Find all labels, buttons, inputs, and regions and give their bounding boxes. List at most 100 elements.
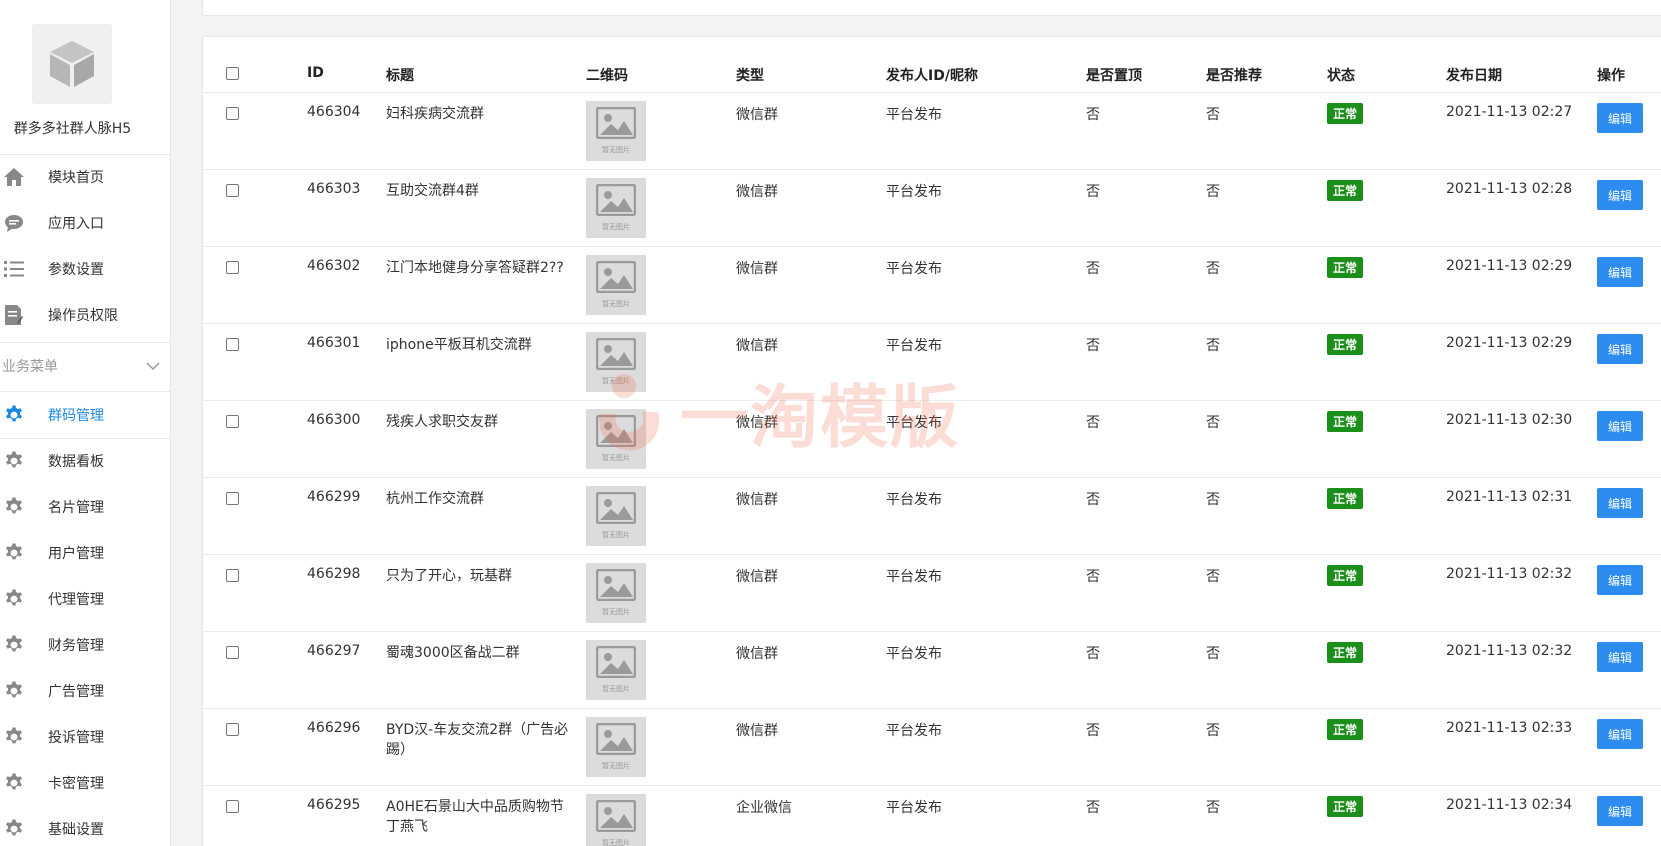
row-date: 2021-11-13 02:31 <box>1446 489 1573 505</box>
qr-placeholder-caption: 暂无图片 <box>602 377 630 385</box>
sidebar-item-business-1[interactable]: 数据看板 <box>0 438 171 484</box>
table-row: 466299 杭州工作交流群 暂无图片 微信群 平台发布 否 否 正常 2021-11-13 0… <box>203 478 1661 555</box>
row-recommended: 否 <box>1206 723 1220 739</box>
row-publisher: 平台发布 <box>886 261 942 277</box>
row-checkbox[interactable] <box>226 107 239 120</box>
sidebar-item-business-2[interactable]: 名片管理 <box>0 484 171 530</box>
sidebar-item-business-8[interactable]: 卡密管理 <box>0 760 171 806</box>
row-pinned: 否 <box>1086 492 1100 508</box>
qr-code-placeholder: 暂无图片 <box>586 794 646 846</box>
row-checkbox[interactable] <box>226 492 239 505</box>
status-badge: 正常 <box>1327 180 1364 201</box>
sidebar-item-label: 财务管理 <box>48 638 104 654</box>
row-recommended: 否 <box>1206 107 1220 123</box>
row-checkbox[interactable] <box>226 338 239 351</box>
status-badge: 正常 <box>1327 719 1364 740</box>
group-code-table: ID 标题 二维码 类型 发布人ID/昵称 是否置顶 是否推荐 状态 发布日期 … <box>202 36 1661 846</box>
row-checkbox[interactable] <box>226 800 239 813</box>
sidebar-item-label: 名片管理 <box>48 500 104 516</box>
sidebar-item-business-7[interactable]: 投诉管理 <box>0 714 171 760</box>
sidebar-item-params[interactable]: 参数设置 <box>0 246 171 292</box>
row-pinned: 否 <box>1086 107 1100 123</box>
row-date: 2021-11-13 02:34 <box>1446 797 1573 813</box>
sidebar-item-label: 数据看板 <box>48 454 104 470</box>
sidebar-item-business-4[interactable]: 代理管理 <box>0 576 171 622</box>
row-checkbox[interactable] <box>226 184 239 197</box>
row-id: 466297 <box>307 643 361 659</box>
status-badge: 正常 <box>1327 488 1364 509</box>
sidebar-item-business-5[interactable]: 财务管理 <box>0 622 171 668</box>
sidebar-item-label: 用户管理 <box>48 546 104 562</box>
qr-code-placeholder: 暂无图片 <box>586 486 646 546</box>
qr-placeholder-caption: 暂无图片 <box>602 454 630 462</box>
table-row: 466301 iphone平板耳机交流群 暂无图片 微信群 平台发布 否 否 正常 2021-1… <box>203 324 1661 401</box>
gear-icon <box>2 817 26 841</box>
sidebar-item-app-entry[interactable]: 应用入口 <box>0 200 171 246</box>
row-pinned: 否 <box>1086 569 1100 585</box>
row-title: BYD汉-车友交流2群（广告必踢） <box>386 722 569 758</box>
sidebar-item-label: 操作员权限 <box>48 308 118 324</box>
sidebar-item-business-9[interactable]: 基础设置 <box>0 806 171 846</box>
row-checkbox[interactable] <box>226 646 239 659</box>
qr-code-placeholder: 暂无图片 <box>586 717 646 777</box>
business-menu-title[interactable]: 业务菜单 <box>2 356 58 376</box>
row-checkbox[interactable] <box>226 261 239 274</box>
row-date: 2021-11-13 02:32 <box>1446 643 1573 659</box>
row-pinned: 否 <box>1086 261 1100 277</box>
edit-button[interactable]: 编辑 <box>1597 334 1643 364</box>
row-type: 微信群 <box>736 723 778 739</box>
sidebar-item-label: 群码管理 <box>48 408 104 424</box>
row-checkbox[interactable] <box>226 569 239 582</box>
row-id: 466304 <box>307 104 361 120</box>
edit-button[interactable]: 编辑 <box>1597 796 1643 826</box>
header-title: 标题 <box>386 68 414 84</box>
gear-icon <box>2 633 26 657</box>
row-type: 微信群 <box>736 415 778 431</box>
sidebar-item-business-0[interactable]: 群码管理 <box>0 392 171 438</box>
row-recommended: 否 <box>1206 184 1220 200</box>
qr-code-placeholder: 暂无图片 <box>586 178 646 238</box>
header-id[interactable]: ID <box>307 65 324 81</box>
edit-button[interactable]: 编辑 <box>1597 719 1643 749</box>
image-placeholder-icon <box>595 337 637 374</box>
sidebar-item-business-3[interactable]: 用户管理 <box>0 530 171 576</box>
sidebar-divider <box>0 342 171 343</box>
row-date: 2021-11-13 02:32 <box>1446 566 1573 582</box>
row-pinned: 否 <box>1086 184 1100 200</box>
status-badge: 正常 <box>1327 411 1364 432</box>
row-recommended: 否 <box>1206 646 1220 662</box>
edit-button[interactable]: 编辑 <box>1597 565 1643 595</box>
edit-button[interactable]: 编辑 <box>1597 642 1643 672</box>
sidebar-item-home[interactable]: 模块首页 <box>0 154 171 200</box>
edit-button[interactable]: 编辑 <box>1597 488 1643 518</box>
row-recommended: 否 <box>1206 569 1220 585</box>
row-publisher: 平台发布 <box>886 646 942 662</box>
row-pinned: 否 <box>1086 415 1100 431</box>
table-row: 466298 只为了开心，玩基群 暂无图片 微信群 平台发布 否 否 正常 2021-11-13… <box>203 555 1661 632</box>
status-badge: 正常 <box>1327 334 1364 355</box>
row-id: 466296 <box>307 720 361 736</box>
table-row: 466297 蜀魂3000区备战二群 暂无图片 微信群 平台发布 否 否 正常 2021-11-… <box>203 632 1661 709</box>
table-row: 466303 互助交流群4群 暂无图片 微信群 平台发布 否 否 正常 2021-11-13 0… <box>203 170 1661 247</box>
row-checkbox[interactable] <box>226 723 239 736</box>
sidebar-item-operator-permissions[interactable]: 操作员权限 <box>0 292 171 338</box>
row-type: 微信群 <box>736 107 778 123</box>
select-all-checkbox[interactable] <box>226 67 239 80</box>
row-date: 2021-11-13 02:33 <box>1446 720 1573 736</box>
chevron-down-icon[interactable] <box>146 356 160 375</box>
edit-button[interactable]: 编辑 <box>1597 180 1643 210</box>
row-checkbox[interactable] <box>226 415 239 428</box>
sidebar-item-business-6[interactable]: 广告管理 <box>0 668 171 714</box>
row-title: 妇科疾病交流群 <box>386 106 484 122</box>
table-row: 466300 残疾人求职交友群 暂无图片 微信群 平台发布 否 否 正常 2021-11-13 … <box>203 401 1661 478</box>
row-title: A0HE石景山大中品质购物节丁燕飞 <box>386 799 564 835</box>
edit-button[interactable]: 编辑 <box>1597 411 1643 441</box>
app-logo <box>32 24 112 104</box>
row-type: 微信群 <box>736 261 778 277</box>
table-row: 466295 A0HE石景山大中品质购物节丁燕飞 暂无图片 企业微信 平台发布 否 否 正常 2… <box>203 786 1661 846</box>
image-placeholder-icon <box>595 722 637 759</box>
edit-button[interactable]: 编辑 <box>1597 103 1643 133</box>
row-title: 互助交流群4群 <box>386 183 479 199</box>
document-edit-icon <box>2 303 26 327</box>
edit-button[interactable]: 编辑 <box>1597 257 1643 287</box>
